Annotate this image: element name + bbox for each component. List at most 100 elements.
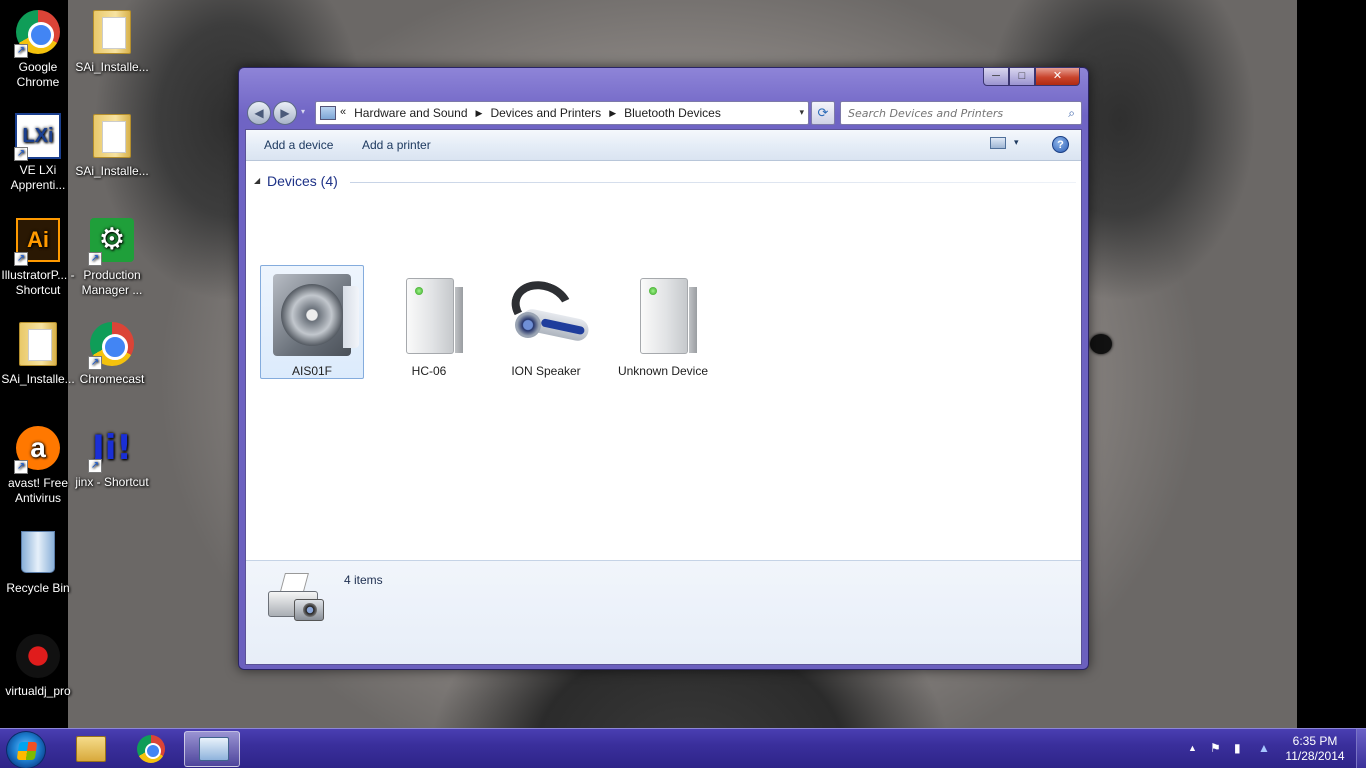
taskbar-windows-explorer[interactable]: [62, 731, 118, 767]
minimize-button[interactable]: ─: [983, 67, 1009, 86]
desktop-icon-jinx[interactable]: Ji! ↗ jinx - Shortcut: [74, 424, 150, 490]
desktop-icon-label: avast! Free Antivirus: [7, 476, 69, 505]
devices-group-header[interactable]: ◢ Devices (4): [254, 173, 1076, 191]
breadcrumb: « Hardware and Sound ▶ Devices and Print…: [340, 106, 721, 121]
add-device-button[interactable]: Add a device: [264, 138, 333, 152]
recycle-bin-icon: [21, 531, 55, 573]
clock-date: 11/28/2014: [1285, 749, 1345, 763]
desktop-icon-label: Production Manager ...: [81, 268, 143, 297]
computer-tower-icon: [386, 272, 474, 358]
desktop-icon-label: SAi_Installe...: [1, 372, 75, 386]
virtualdj-icon: [16, 634, 60, 678]
change-view-icon[interactable]: [990, 137, 1006, 149]
content-pane: Add a device Add a printer ▾ ? ◢ Devices…: [245, 129, 1082, 665]
desktop-icon-label: SAi_Installe...: [75, 164, 149, 178]
window-controls: ─ □ ✕: [983, 67, 1080, 86]
clock-time: 6:35 PM: [1292, 734, 1338, 748]
desktop-icon-label: Google Chrome: [16, 60, 60, 89]
breadcrumb-separator-icon[interactable]: ▶: [476, 106, 483, 121]
desktop-icon-label: Chromecast: [79, 372, 145, 386]
headset-icon: [503, 272, 591, 358]
address-dropdown-icon[interactable]: ▾: [799, 107, 804, 118]
speaker-icon: [269, 272, 359, 358]
search-input[interactable]: [848, 103, 1058, 123]
search-box[interactable]: ⌕: [840, 101, 1082, 125]
forward-button[interactable]: ▶: [273, 101, 297, 125]
desktop-icon-sai-installer-3[interactable]: SAi_Installe...: [0, 320, 76, 387]
device-label: Unknown Device: [617, 364, 709, 378]
collapse-triangle-icon[interactable]: ◢: [254, 176, 260, 185]
close-button[interactable]: ✕: [1035, 67, 1080, 86]
device-label: AIS01F: [291, 364, 333, 378]
taskbar-google-chrome[interactable]: [123, 731, 179, 767]
folder-icon: [93, 10, 131, 54]
desktop-icon-label: VE LXi Apprenti...: [10, 163, 66, 192]
shortcut-arrow-icon: ↗: [14, 44, 28, 58]
help-button[interactable]: ?: [1052, 136, 1069, 153]
refresh-button[interactable]: ⟳: [811, 101, 835, 125]
start-button[interactable]: [6, 731, 46, 768]
network-drive-icon[interactable]: ▲: [1258, 741, 1270, 755]
desktop-icon-label: virtualdj_pro: [5, 684, 71, 698]
command-bar: Add a device Add a printer ▾ ?: [246, 130, 1081, 161]
usb-device-icon[interactable]: ▮: [1234, 741, 1241, 755]
breadcrumb-bluetooth-devices[interactable]: Bluetooth Devices: [624, 106, 721, 121]
device-ais01f[interactable]: AIS01F: [260, 265, 364, 379]
shortcut-arrow-icon: ↗: [14, 460, 28, 474]
breadcrumb-hardware-and-sound[interactable]: Hardware and Sound: [354, 106, 467, 121]
device-hc-06[interactable]: HC-06: [377, 265, 481, 379]
breadcrumb-devices-and-printers[interactable]: Devices and Printers: [490, 106, 601, 121]
folder-icon: [19, 322, 57, 366]
control-panel-icon: [320, 106, 336, 120]
action-center-flag-icon[interactable]: ⚑: [1210, 741, 1221, 755]
desktop-icon-label: Recycle Bin: [6, 581, 70, 595]
desktop-icon-ve-lxi[interactable]: LXi ↗ VE LXi Apprenti...: [0, 112, 76, 193]
group-title: Devices (4): [267, 173, 338, 189]
clock[interactable]: 6:35 PM 11/28/2014: [1280, 734, 1350, 764]
view-options-dropdown[interactable]: ▾: [1014, 137, 1019, 148]
desktop-icon-label: jinx - Shortcut: [75, 475, 149, 489]
add-printer-button[interactable]: Add a printer: [362, 138, 431, 152]
device-unknown-device[interactable]: Unknown Device: [611, 265, 715, 379]
maximize-button[interactable]: □: [1009, 67, 1035, 86]
show-hidden-icons-button[interactable]: ▲: [1188, 743, 1197, 753]
wallpaper-cat-eye: [1090, 334, 1112, 354]
folder-icon: [93, 114, 131, 158]
shortcut-arrow-icon: ↗: [88, 252, 102, 266]
computer-tower-icon: [620, 272, 708, 358]
breadcrumb-overflow[interactable]: «: [340, 106, 346, 121]
group-divider: [350, 182, 1076, 183]
desktop-icon-sai-installer-2[interactable]: SAi_Installe...: [74, 112, 150, 179]
folder-icon: [76, 736, 106, 762]
device-label: ION Speaker: [511, 364, 581, 378]
desktop-icon-label: SAi_Installe...: [75, 60, 149, 74]
item-count: 4 items: [344, 573, 383, 587]
desktop-icon-label: IllustratorP... - Shortcut: [1, 268, 75, 297]
show-desktop-button[interactable]: [1356, 729, 1366, 768]
breadcrumb-separator-icon[interactable]: ▶: [609, 106, 616, 121]
desktop-icon-avast[interactable]: a ↗ avast! Free Antivirus: [0, 424, 76, 506]
taskbar-devices-and-printers[interactable]: [184, 731, 240, 767]
device-ion-speaker[interactable]: ION Speaker: [494, 265, 598, 379]
devices-and-printers-window: ─ □ ✕ ◀ ▶ ▾ « Hardware and Sound ▶ Devic…: [238, 67, 1089, 670]
chrome-icon: [137, 735, 165, 763]
desktop-icon-google-chrome[interactable]: ↗ Google Chrome: [0, 8, 76, 90]
recent-pages-dropdown[interactable]: ▾: [301, 107, 305, 116]
search-icon[interactable]: ⌕: [1068, 106, 1075, 121]
navigation-bar: ◀ ▶ ▾ « Hardware and Sound ▶ Devices and…: [245, 99, 1082, 125]
back-button[interactable]: ◀: [247, 101, 271, 125]
desktop-icon-chromecast[interactable]: ↗ Chromecast: [74, 320, 150, 387]
desktop-icon-illustrator[interactable]: Ai ↗ IllustratorP... - Shortcut: [0, 216, 76, 298]
shortcut-arrow-icon: ↗: [88, 356, 102, 370]
printer-camera-icon: [264, 569, 328, 627]
desktop-icon-recycle-bin[interactable]: Recycle Bin: [0, 528, 76, 596]
desktop-icon-sai-installer-1[interactable]: SAi_Installe...: [74, 8, 150, 75]
address-bar[interactable]: « Hardware and Sound ▶ Devices and Print…: [315, 101, 809, 125]
devices-printers-icon: [199, 737, 229, 761]
desktop-icon-virtualdj[interactable]: virtualdj_pro: [0, 632, 76, 699]
shortcut-arrow-icon: ↗: [14, 252, 28, 266]
shortcut-arrow-icon: ↗: [14, 147, 28, 161]
desktop-icon-production-manager[interactable]: ⚙ ↗ Production Manager ...: [74, 216, 150, 298]
wallpaper-right-border: [1297, 0, 1366, 728]
shortcut-arrow-icon: ↗: [88, 459, 102, 473]
